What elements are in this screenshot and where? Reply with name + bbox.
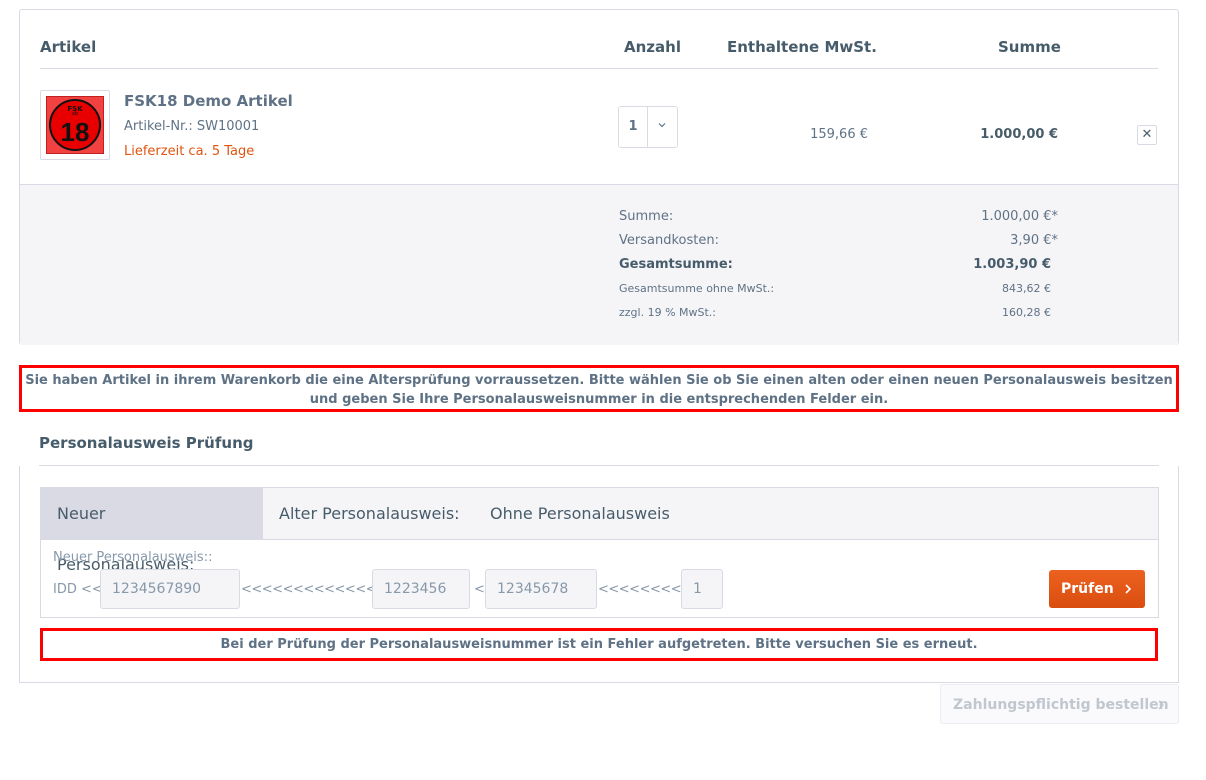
col-article: Artikel: [40, 38, 97, 56]
total-value: 1.000,00 €*: [981, 209, 1058, 224]
col-sum: Summe: [998, 38, 1061, 56]
header-divider: [40, 68, 1158, 69]
fsk-number: 18: [60, 117, 90, 147]
cart-table: Artikel Anzahl Enthaltene MwSt. Summe FS…: [19, 9, 1179, 345]
tab-new-id[interactable]: Neuer Personalausweis:: [41, 488, 263, 574]
cart-header: Artikel Anzahl Enthaltene MwSt. Summe: [20, 10, 1178, 70]
total-label: Summe:: [619, 209, 674, 224]
col-tax: Enthaltene MwSt.: [727, 38, 877, 56]
chevron-right-icon: [1156, 685, 1166, 725]
id-field-4[interactable]: 1: [681, 569, 723, 609]
delivery-time: Lieferzeit ca. 5 Tage: [124, 144, 255, 159]
quantity-value: 1: [619, 107, 648, 147]
product-image[interactable]: FSK ab 18: [40, 90, 110, 160]
place-order-label: Zahlungspflichtig bestellen: [953, 697, 1169, 713]
idd-prefix: IDD <<: [53, 582, 103, 597]
tab-old-id[interactable]: Alter Personalausweis:: [263, 488, 476, 539]
tab-no-id[interactable]: Ohne Personalausweis: [474, 488, 686, 539]
vat-value: 160,28 €: [1002, 306, 1051, 319]
place-order-button[interactable]: Zahlungspflichtig bestellen: [940, 684, 1179, 724]
chevron-right-icon: [1123, 570, 1133, 608]
id-type-tabs: Neuer Personalausweis: Alter Personalaus…: [40, 487, 1159, 574]
check-button[interactable]: Prüfen: [1049, 570, 1145, 608]
separator-2: <: [474, 582, 485, 597]
chevron-down-icon: [647, 107, 677, 147]
product-name[interactable]: FSK18 Demo Artikel: [124, 92, 293, 110]
close-icon: ✕: [1141, 127, 1153, 142]
fsk18-logo: FSK ab 18: [46, 96, 104, 154]
grand-total-value: 1.003,90 €: [973, 257, 1051, 272]
check-button-label: Prüfen: [1061, 581, 1114, 597]
item-tax: 159,66 €: [810, 127, 868, 142]
id-field-2[interactable]: 1223456: [372, 569, 470, 609]
cart-row: FSK ab 18 FSK18 Demo Artikel Artikel-Nr.…: [20, 70, 1178, 184]
col-quantity: Anzahl: [624, 38, 681, 56]
id-check-title: Personalausweis Prüfung: [39, 434, 254, 452]
id-field-3[interactable]: 12345678: [485, 569, 597, 609]
shipping-value: 3,90 €*: [1010, 233, 1058, 248]
vat-label: zzgl. 19 % MwSt.:: [619, 306, 717, 319]
new-id-form: Neuer Personalausweis:: IDD << 123456789…: [40, 540, 1159, 618]
remove-item-button[interactable]: ✕: [1137, 125, 1157, 145]
fsk-circle: FSK ab 18: [49, 99, 101, 151]
net-total-value: 843,62 €: [1002, 282, 1051, 295]
cart-totals: Summe: 1.000,00 €* Versandkosten: 3,90 €…: [20, 184, 1178, 345]
shipping-label: Versandkosten:: [619, 233, 719, 248]
age-verification-notice: Sie haben Artikel in ihrem Warenkorb die…: [19, 365, 1179, 412]
new-id-label: Neuer Personalausweis::: [53, 550, 213, 565]
product-number: Artikel-Nr.: SW10001: [124, 119, 260, 134]
item-sum: 1.000,00 €: [980, 127, 1058, 142]
quantity-select[interactable]: 1: [618, 106, 678, 148]
id-field-1[interactable]: 1234567890: [100, 569, 240, 609]
grand-total-label: Gesamtsumme:: [619, 257, 733, 272]
id-check-error: Bei der Prüfung der Personalausweisnumme…: [40, 628, 1158, 661]
net-total-label: Gesamtsumme ohne MwSt.:: [619, 282, 775, 295]
